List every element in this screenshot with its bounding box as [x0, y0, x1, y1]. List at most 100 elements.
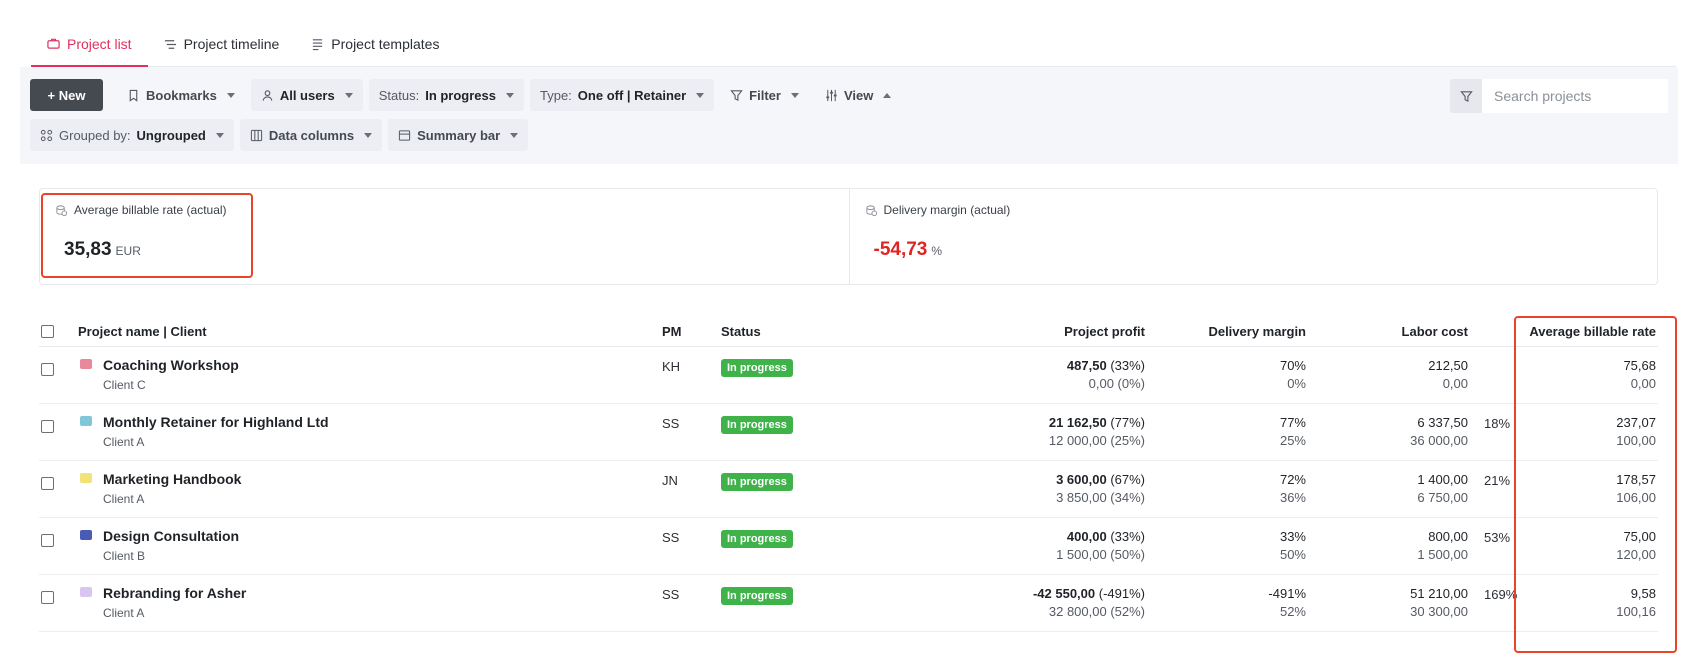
search-bar	[1450, 79, 1668, 113]
column-header-profit[interactable]: Project profit	[1064, 324, 1145, 339]
margin-planned: 36%	[1279, 490, 1306, 505]
type-dropdown[interactable]: Type: One off | Retainer	[530, 79, 715, 111]
margin-actual: 72%	[1279, 472, 1306, 487]
margin-actual: 77%	[1279, 415, 1306, 430]
margin-planned: 50%	[1279, 547, 1306, 562]
coins-icon	[56, 204, 68, 216]
project-name-cell: Coaching Workshop Client C	[103, 357, 239, 392]
funnel-icon	[730, 89, 743, 101]
tab-project-list[interactable]: Project list	[31, 22, 148, 67]
tab-project-timeline[interactable]: Project timeline	[148, 22, 296, 66]
column-header-margin[interactable]: Delivery margin	[1208, 324, 1306, 339]
labor-cost-cell: 51 210,00 30 300,00	[1410, 585, 1468, 621]
status-dropdown[interactable]: Status: In progress	[368, 79, 524, 111]
table-row[interactable]: Rebranding for Asher Client A SS In progres…	[39, 575, 1658, 632]
search-filter-button[interactable]	[1450, 79, 1482, 113]
timeline-icon	[164, 39, 176, 49]
rate-actual: 75,68	[1623, 358, 1656, 373]
margin-cell: -491% 52%	[1268, 585, 1306, 621]
client-name: Client A	[103, 435, 145, 449]
column-header-name[interactable]: Project name | Client	[78, 324, 207, 339]
table-row[interactable]: Monthly Retainer for Highland Ltd Client …	[39, 404, 1658, 461]
briefcase-icon	[80, 587, 92, 597]
project-manager: KH	[662, 359, 681, 374]
rate-actual: 9,58	[1630, 586, 1656, 601]
status-badge: In progress	[721, 416, 793, 434]
view-dropdown[interactable]: View	[815, 79, 901, 111]
margin-actual: -491%	[1268, 586, 1306, 601]
margin-actual: 33%	[1279, 529, 1306, 544]
project-name[interactable]: Design Consultation	[103, 528, 239, 544]
labor-planned: 30 300,00	[1410, 604, 1468, 619]
summary-bar: Average billable rate (actual) 35,83 EUR…	[39, 188, 1658, 285]
rate-planned: 120,00	[1616, 547, 1656, 562]
select-all-checkbox[interactable]	[41, 325, 54, 338]
labor-percent: 53%	[1484, 530, 1511, 545]
table-row[interactable]: Coaching Workshop Client C KH In progress 48…	[39, 347, 1658, 404]
summary-bar-label: Summary bar	[417, 127, 501, 143]
row-checkbox[interactable]	[41, 534, 54, 547]
profit-cell: 21 162,50 (77%) 12 000,00 (25%)	[1049, 414, 1145, 450]
summary-value: -54,73	[873, 239, 928, 260]
tab-label: Project list	[67, 35, 132, 52]
bookmarks-dropdown[interactable]: Bookmarks	[117, 79, 245, 111]
status-badge: In progress	[721, 530, 793, 548]
user-icon	[262, 89, 273, 101]
row-checkbox[interactable]	[41, 591, 54, 604]
project-name[interactable]: Rebranding for Asher	[103, 585, 246, 601]
group-by-dropdown[interactable]: Grouped by: Ungrouped	[30, 119, 234, 151]
filter-dropdown[interactable]: Filter	[720, 79, 809, 111]
users-dropdown[interactable]: All users	[250, 79, 363, 111]
margin-planned: 0%	[1287, 376, 1306, 391]
status-cell: In progress	[721, 587, 793, 605]
funnel-icon	[1459, 90, 1473, 102]
summary-card-value: 35,83 EUR	[64, 239, 141, 261]
project-name[interactable]: Monthly Retainer for Highland Ltd	[103, 414, 329, 430]
row-checkbox[interactable]	[41, 420, 54, 433]
profit-value: 487,50	[1066, 358, 1107, 373]
billable-rate-cell: 9,58 100,16	[1616, 585, 1656, 621]
new-button[interactable]: + New	[30, 79, 103, 111]
labor-planned: 6 750,00	[1417, 490, 1468, 505]
profit-cell: -42 550,00 (-491%) 32 800,00 (52%)	[1033, 585, 1145, 621]
column-header-status[interactable]: Status	[721, 324, 761, 339]
labor-cost-cell: 212,50 0,00	[1428, 357, 1468, 393]
table-row[interactable]: Design Consultation Client B SS In progress…	[39, 518, 1658, 575]
chevron-down-icon	[364, 132, 373, 138]
status-cell: In progress	[721, 416, 793, 434]
column-header-pm[interactable]: PM	[662, 324, 682, 339]
data-columns-label: Data columns	[268, 127, 355, 143]
summary-unit: EUR	[115, 244, 141, 258]
chevron-down-icon	[696, 92, 705, 98]
summary-card-title: Delivery margin (actual)	[865, 203, 1010, 217]
status-badge: In progress	[721, 359, 793, 377]
labor-actual: 51 210,00	[1410, 586, 1468, 601]
rate-actual: 237,07	[1616, 415, 1656, 430]
column-header-labor[interactable]: Labor cost	[1402, 324, 1468, 339]
profit-cell: 400,00 (33%) 1 500,00 (50%)	[1056, 528, 1145, 564]
tab-project-templates[interactable]: Project templates	[295, 22, 455, 66]
status-cell: In progress	[721, 530, 793, 548]
project-manager: SS	[662, 416, 680, 431]
project-name[interactable]: Marketing Handbook	[103, 471, 241, 487]
profit-actual: 487,50 (33%)	[1067, 357, 1145, 375]
labor-actual: 1 400,00	[1417, 472, 1468, 487]
labor-percent: 21%	[1484, 473, 1511, 488]
column-header-rate[interactable]: Average billable rate	[1529, 324, 1656, 339]
type-filter-label: Type:	[540, 87, 572, 103]
toolbar: + New Bookmarks All users Status: In pro…	[20, 67, 1678, 164]
search-input[interactable]	[1482, 79, 1668, 113]
data-columns-dropdown[interactable]: Data columns	[239, 119, 383, 151]
client-name: Client B	[103, 549, 146, 563]
tab-label: Project templates	[331, 36, 440, 52]
project-name-cell: Design Consultation Client B	[103, 528, 239, 563]
summary-bar-dropdown[interactable]: Summary bar	[388, 119, 529, 151]
labor-planned: 1 500,00	[1417, 547, 1468, 562]
table-row[interactable]: Marketing Handbook Client A JN In progress 3…	[39, 461, 1658, 518]
row-checkbox[interactable]	[41, 363, 54, 376]
row-checkbox[interactable]	[41, 477, 54, 490]
profit-value: 400,00	[1066, 529, 1107, 544]
client-name: Client A	[103, 492, 145, 506]
project-name[interactable]: Coaching Workshop	[103, 357, 239, 373]
client-name: Client C	[103, 378, 146, 392]
